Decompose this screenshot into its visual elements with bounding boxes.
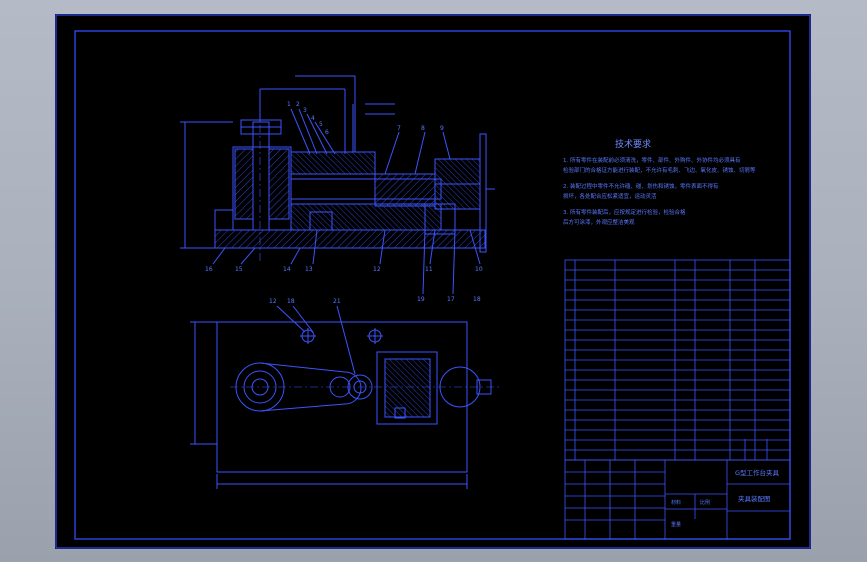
balloon-label: 12 bbox=[373, 266, 381, 273]
balloon-label: 1 bbox=[287, 101, 291, 108]
balloon-label: 19 bbox=[417, 296, 425, 303]
title-label-weight: 重量 bbox=[671, 521, 681, 528]
drawing-name: 夹具装配图 bbox=[738, 494, 771, 503]
balloon-label: 7 bbox=[397, 125, 401, 132]
balloon-label: 10 bbox=[475, 266, 483, 273]
tech-req-line: 1. 所有零件在装配前必须清洗，零件、部件、外购件、外协件均必须具有 bbox=[563, 156, 741, 164]
balloon-label: 3 bbox=[303, 107, 307, 114]
balloon-label: 6 bbox=[325, 129, 329, 136]
balloon-label: 14 bbox=[283, 266, 291, 273]
drawing-title: G型工作台夹具 bbox=[735, 468, 780, 477]
parts-list bbox=[564, 259, 791, 461]
balloon-label: 18 bbox=[473, 296, 481, 303]
cad-drawing: 1 2 3 4 5 6 7 8 9 16 15 14 13 12 11 10 1… bbox=[55, 14, 811, 549]
plan-view bbox=[190, 305, 500, 489]
tech-requirements: 技术要求 1. 所有零件在装配前必须清洗，零件、部件、外购件、外协件均必须具有 … bbox=[563, 138, 756, 226]
tech-req-line: 检验部门的合格证方能进行装配，不允许有毛刺、飞边、氧化皮、锈蚀、切屑等 bbox=[563, 166, 756, 174]
outer-border bbox=[55, 14, 811, 549]
balloon-label: 9 bbox=[440, 125, 444, 132]
title-label-material: 材料 bbox=[671, 499, 681, 506]
balloon-label: 15 bbox=[235, 266, 243, 273]
balloon-label: 12 bbox=[269, 298, 277, 305]
balloon-label: 2 bbox=[296, 101, 300, 108]
inner-border bbox=[74, 30, 791, 540]
balloon-label: 18 bbox=[287, 298, 295, 305]
tech-req-line: 损坏，各处配合应松紧适宜，运动灵活 bbox=[563, 192, 657, 200]
tech-req-line: 2. 装配过程中零件不允许磕、碰、划伤和锈蚀，零件表面不得有 bbox=[563, 182, 719, 190]
front-section-view bbox=[180, 75, 495, 295]
balloon-label: 13 bbox=[305, 266, 313, 273]
balloon-label: 11 bbox=[425, 266, 433, 273]
balloon-label: 5 bbox=[319, 121, 323, 128]
balloon-label: 16 bbox=[205, 266, 213, 273]
drawing-sheet: 1 2 3 4 5 6 7 8 9 16 15 14 13 12 11 10 1… bbox=[55, 14, 811, 549]
tech-req-line: 后方可涂漆，外观应整洁美观 bbox=[563, 218, 635, 226]
balloon-label: 8 bbox=[421, 125, 425, 132]
tech-requirements-title: 技术要求 bbox=[615, 138, 651, 150]
tech-req-line: 3. 所有零件装配后，应按规定进行检验，检验合格 bbox=[563, 208, 686, 216]
balloon-label: 21 bbox=[333, 298, 341, 305]
balloon-label: 17 bbox=[447, 296, 455, 303]
balloon-label: 4 bbox=[311, 115, 315, 122]
title-label-scale: 比例 bbox=[700, 499, 710, 506]
